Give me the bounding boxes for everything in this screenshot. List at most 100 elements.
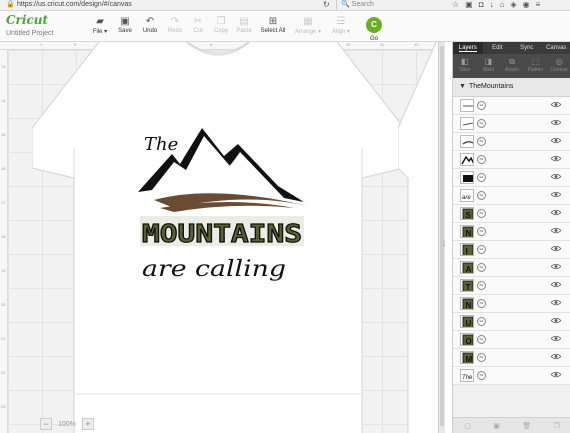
save-button[interactable]: ▣ Save: [111, 16, 139, 34]
tab-sync[interactable]: Sync: [512, 42, 542, 54]
select-all-label: Select All: [260, 28, 286, 34]
ruler-left-label: 20: [1, 302, 6, 307]
eye-icon[interactable]: [551, 173, 561, 180]
layer-thumbnail: U: [460, 315, 474, 328]
slice-button[interactable]: ◧ Slice: [453, 54, 477, 78]
layer-type-icon[interactable]: ✂: [477, 101, 486, 110]
eye-icon[interactable]: [551, 335, 561, 342]
arrange-button[interactable]: ▦ Arrange ▾: [293, 16, 323, 35]
reload-icon[interactable]: ↻: [323, 0, 330, 10]
layer-type-icon[interactable]: ✂: [477, 299, 486, 308]
layer-type-icon[interactable]: ✂: [477, 173, 486, 182]
layer-type-icon[interactable]: ✂: [477, 209, 486, 218]
zoom-in-button[interactable]: +: [81, 418, 94, 430]
home-icon[interactable]: ⌂: [500, 0, 505, 10]
mountains-design[interactable]: The MOUNTAINS are calling: [134, 126, 314, 286]
layer-thumbnail: [460, 153, 474, 166]
eye-icon[interactable]: [551, 353, 561, 360]
eye-icon[interactable]: [551, 137, 561, 144]
layer-row[interactable]: ✂: [453, 97, 570, 115]
clipboard-icon[interactable]: ▣: [465, 0, 473, 10]
design-canvas[interactable]: 1 2 3 4 5 6 7 8 9 10 11 12 13 14 15 16 1…: [0, 42, 438, 433]
eye-icon[interactable]: [551, 227, 561, 234]
weld-label: Weld: [482, 67, 495, 73]
layer-type-icon[interactable]: ✂: [477, 137, 486, 146]
layer-type-icon[interactable]: ✂: [477, 371, 486, 380]
layer-row[interactable]: The ✂: [453, 367, 570, 385]
layer-row[interactable]: I ✂: [453, 241, 570, 259]
arrange-label: Arrange ▾: [294, 29, 322, 35]
layer-row[interactable]: O ✂: [453, 331, 570, 349]
delete-icon[interactable]: 🗑: [522, 422, 531, 430]
star-icon[interactable]: ☆: [452, 0, 459, 10]
file-button[interactable]: ▰ File ▾: [86, 16, 114, 35]
pocket-icon[interactable]: ◘: [479, 0, 484, 10]
layer-type-icon[interactable]: ✂: [477, 155, 486, 164]
layer-row[interactable]: ✂: [453, 151, 570, 169]
eye-icon[interactable]: [551, 299, 561, 306]
eye-icon[interactable]: [551, 119, 561, 126]
layer-row[interactable]: N ✂: [453, 295, 570, 313]
group-icon[interactable]: ▢: [464, 422, 471, 430]
attach-button[interactable]: ⧉ Attach: [500, 54, 524, 78]
menu-icon[interactable]: ≡: [536, 0, 541, 10]
download-icon[interactable]: ↓: [490, 0, 494, 10]
project-name[interactable]: Untitled Project: [6, 30, 53, 37]
bookmark-icon[interactable]: ◈: [510, 0, 516, 10]
tab-canvas[interactable]: Canvas: [542, 42, 570, 54]
weld-button[interactable]: ◨ Weld: [477, 54, 501, 78]
eye-icon[interactable]: [551, 263, 561, 270]
paste-button[interactable]: ▤ Paste: [230, 16, 258, 34]
layer-row[interactable]: U ✂: [453, 313, 570, 331]
layer-type-icon[interactable]: ✂: [477, 317, 486, 326]
eye-icon[interactable]: [551, 155, 561, 162]
chat-icon[interactable]: ◉: [523, 0, 530, 10]
eye-icon[interactable]: [551, 191, 561, 198]
layer-row[interactable]: T ✂: [453, 277, 570, 295]
flatten-button[interactable]: ⬚ Flatten: [524, 54, 548, 78]
eye-icon[interactable]: [551, 101, 561, 108]
layer-row[interactable]: are ✂: [453, 187, 570, 205]
layer-type-icon[interactable]: ✂: [477, 119, 486, 128]
go-button[interactable]: C: [366, 17, 382, 33]
layer-type-icon[interactable]: ✂: [477, 191, 486, 200]
layer-row[interactable]: S ✂: [453, 205, 570, 223]
layer-type-icon[interactable]: ✂: [477, 227, 486, 236]
scrollbar-thumb[interactable]: [440, 46, 444, 426]
eye-icon[interactable]: [551, 371, 561, 378]
browser-search-input[interactable]: 🔍 Search: [336, 0, 442, 10]
contour-icon: ◎: [555, 57, 563, 66]
duplicate-icon[interactable]: ❐: [554, 422, 560, 430]
layer-thumbnail: are: [460, 189, 474, 202]
layer-group-header[interactable]: ▼ TheMountains: [453, 78, 570, 97]
layer-row[interactable]: ✂: [453, 133, 570, 151]
layer-type-icon[interactable]: ✂: [477, 281, 486, 290]
select-all-button[interactable]: ⊞ Select All: [258, 16, 288, 34]
panel-resize-handle[interactable]: ⋮: [441, 240, 447, 247]
address-bar[interactable]: https://us.cricut.com/design/#/canvas: [17, 0, 317, 10]
layer-row[interactable]: N ✂: [453, 223, 570, 241]
align-button[interactable]: ☰ Align ▾: [327, 16, 355, 35]
layer-row[interactable]: A ✂: [453, 259, 570, 277]
tab-edit[interactable]: Edit: [483, 42, 513, 54]
ruler-left-label: 17: [1, 200, 6, 205]
layer-row[interactable]: ✂: [453, 115, 570, 133]
cricut-logo: Cricut: [6, 13, 49, 27]
layer-row[interactable]: ✂: [453, 169, 570, 187]
layer-type-icon[interactable]: ✂: [477, 245, 486, 254]
contour-button[interactable]: ◎ Contour: [547, 54, 570, 78]
eye-icon[interactable]: [551, 245, 561, 252]
layer-row[interactable]: M ✂: [453, 349, 570, 367]
zoom-out-button[interactable]: −: [40, 418, 52, 430]
layer-type-icon[interactable]: ✂: [477, 335, 486, 344]
eye-icon[interactable]: [551, 209, 561, 216]
layer-type-icon[interactable]: ✂: [477, 263, 486, 272]
undo-button[interactable]: ↶ Undo: [136, 16, 164, 34]
layer-type-icon[interactable]: ✂: [477, 353, 486, 362]
tab-layers[interactable]: Layers: [453, 42, 483, 54]
eye-icon[interactable]: [551, 317, 561, 324]
canvas-scrollbar[interactable]: ⋮: [438, 42, 447, 433]
ungroup-icon[interactable]: ▣: [493, 422, 500, 430]
eye-icon[interactable]: [551, 281, 561, 288]
collapse-caret-icon[interactable]: ▼: [459, 83, 466, 90]
